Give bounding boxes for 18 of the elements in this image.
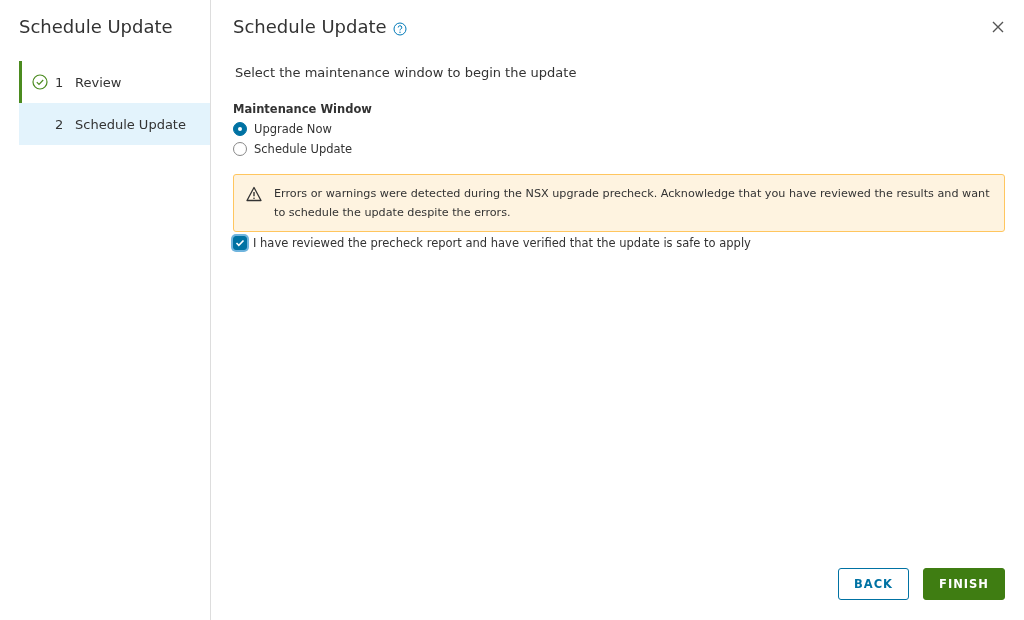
warning-icon [246,186,262,202]
check-icon [235,238,245,248]
group-label: Maintenance Window [233,102,373,116]
alert-text: Errors or warnings were detected during the NSX upgrade precheck. Acknowledge that you have reviewed the results and want to schedule the update despite the errors. [274,186,991,221]
dialog-title: Schedule Update [233,16,387,37]
close-icon[interactable] [991,19,1005,34]
checkbox[interactable] [233,236,247,250]
radio-button[interactable] [233,122,247,136]
check-circle-icon [32,74,48,90]
radio-label[interactable]: Upgrade Now [254,122,332,136]
radio-label[interactable]: Schedule Update [254,142,353,156]
checkbox-label[interactable]: I have reviewed the precheck report and have verified that the update is safe to apply [253,236,751,250]
sidebar-title: Schedule Update [19,16,174,37]
help-icon[interactable] [392,21,407,36]
step-item[interactable]: 2 Schedule Update [19,103,210,145]
finish-button[interactable]: FINISH [923,568,1005,600]
instruction-text: Select the maintenance window to begin the update [235,65,578,80]
back-button[interactable]: BACK [838,568,910,600]
